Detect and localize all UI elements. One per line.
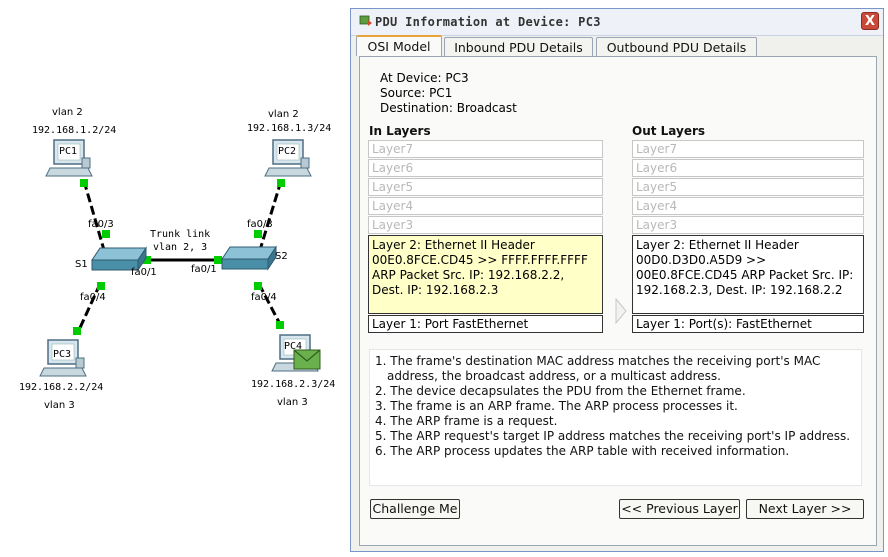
in-layers-heading: In Layers [369, 124, 431, 138]
trunk-label-line2: vlan 2, 3 [153, 242, 207, 253]
dialog-title: PDU Information at Device: PC3 [375, 15, 601, 29]
in-layer1[interactable]: Layer 1: Port FastEthernet [368, 315, 603, 333]
pc4-ip-label: 192.168.2.3/24 [251, 379, 335, 390]
out-layers-heading: Out Layers [632, 124, 706, 138]
link-light-pc4 [276, 321, 284, 329]
out-layer6[interactable]: Layer6 [632, 159, 864, 177]
close-button[interactable]: X [861, 12, 879, 30]
pc4-vlan-label: vlan 3 [277, 397, 308, 408]
s2-fa04-label: fa0/4 [251, 292, 277, 303]
step-item: 3. The frame is an ARP frame. The ARP pr… [375, 399, 738, 413]
out-layer2[interactable]: Layer 2: Ethernet II Header 00D0.D3D0.A5… [632, 235, 864, 314]
in-layer4[interactable]: Layer4 [368, 197, 603, 215]
in-layer2-selected[interactable]: Layer 2: Ethernet II Header 00E0.8FCE.CD… [368, 235, 603, 314]
link-pc1-s1[interactable] [82, 180, 106, 251]
switch-s2-icon[interactable] [221, 245, 277, 271]
layer-explanation-box: 1. The frame's destination MAC address m… [369, 349, 862, 486]
link-light-s2-fa03 [254, 230, 262, 238]
pc4-name-label: PC4 [284, 341, 302, 352]
packet-tracer-icon [359, 15, 372, 26]
step-item: 2. The device decapsulates the PDU from … [375, 384, 746, 398]
link-light-s1-fa04 [97, 282, 105, 290]
pc1-vlan-label: vlan 2 [52, 107, 83, 118]
s2-fa01-label: fa0/1 [191, 264, 217, 275]
previous-layer-button[interactable]: << Previous Layer [619, 499, 740, 519]
s1-fa03-label: fa0/3 [88, 219, 114, 230]
link-pc2-s2[interactable] [258, 180, 283, 251]
pdu-information-dialog: PDU Information at Device: PC3 X OSI Mod… [350, 8, 884, 552]
out-layer4[interactable]: Layer4 [632, 197, 864, 215]
step-item: 1. The frame's destination MAC address m… [375, 354, 821, 383]
in-layer6[interactable]: Layer6 [368, 159, 603, 177]
pc3-ip-label: 192.168.2.2/24 [19, 382, 103, 393]
link-light-s1-fa03 [102, 230, 110, 238]
tab-inbound-pdu-details[interactable]: Inbound PDU Details [444, 37, 593, 56]
in-layer7[interactable]: Layer7 [368, 140, 603, 158]
pc3-vlan-label: vlan 3 [44, 400, 75, 411]
tab-outbound-pdu-details[interactable]: Outbound PDU Details [596, 37, 757, 56]
layer-arrow-icon [615, 297, 627, 325]
pc1-ip-label: 192.168.1.2/24 [32, 125, 116, 136]
pc2-vlan-label: vlan 2 [268, 109, 299, 120]
s2-fa03-label: fa0/3 [247, 219, 273, 230]
tab-osi-model[interactable]: OSI Model [356, 35, 442, 56]
step-item: 4. The ARP frame is a request. [375, 414, 558, 428]
step-item: 6. The ARP process updates the ARP table… [375, 444, 790, 458]
s2-name-label: S2 [275, 251, 288, 262]
at-device-text: At Device: PC3 [380, 71, 469, 85]
out-layer7[interactable]: Layer7 [632, 140, 864, 158]
link-light-s2-fa04 [254, 282, 262, 290]
pdu-envelope-icon[interactable] [293, 349, 321, 370]
s1-fa04-label: fa0/4 [80, 292, 106, 303]
out-layer3[interactable]: Layer3 [632, 216, 864, 234]
challenge-me-button[interactable]: Challenge Me [370, 499, 460, 519]
next-layer-button[interactable]: Next Layer >> [746, 499, 864, 519]
pc1-name-label: PC1 [59, 146, 77, 157]
pc3-name-label: PC3 [53, 349, 71, 360]
out-layer5[interactable]: Layer5 [632, 178, 864, 196]
network-topology: vlan 2 192.168.1.2/24 PC1 fa0/3 vlan 2 1… [19, 107, 335, 411]
destination-text: Destination: Broadcast [380, 101, 517, 115]
in-layer5[interactable]: Layer5 [368, 178, 603, 196]
link-light-pc3 [73, 327, 81, 335]
source-text: Source: PC1 [380, 86, 453, 100]
out-layer1[interactable]: Layer 1: Port(s): FastEthernet [632, 315, 864, 333]
link-light-pc1 [80, 179, 88, 187]
link-pc4-s2[interactable] [257, 283, 283, 327]
pc2-ip-label: 192.168.1.3/24 [247, 123, 331, 134]
link-pc3-s1[interactable] [77, 283, 102, 331]
s1-fa01-label: fa0/1 [131, 267, 157, 278]
dialog-title-bar[interactable]: PDU Information at Device: PC3 X [351, 9, 883, 36]
link-light-s2-fa01 [214, 256, 222, 264]
osi-model-panel: At Device: PC3 Source: PC1 Destination: … [359, 56, 877, 546]
pc2-name-label: PC2 [278, 146, 296, 157]
trunk-label-line1: Trunk link [150, 229, 210, 240]
in-layer3[interactable]: Layer3 [368, 216, 603, 234]
step-item: 5. The ARP request's target IP address m… [375, 429, 851, 443]
s1-name-label: S1 [75, 259, 88, 270]
link-light-pc2 [277, 179, 285, 187]
